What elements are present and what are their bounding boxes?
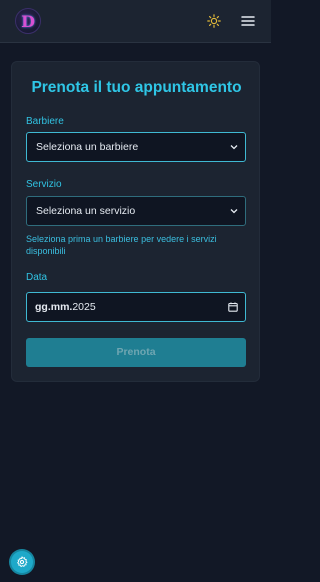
date-input[interactable]: gg.mm.2025 — [26, 292, 246, 322]
date-placeholder: gg.mm. — [35, 301, 73, 313]
sun-icon[interactable] — [207, 14, 221, 28]
service-select[interactable]: Seleziona un servizio — [26, 196, 246, 226]
service-hint: Seleziona prima un barbiere per vedere i… — [26, 234, 217, 256]
barber-label: Barbiere — [26, 116, 64, 127]
settings-gear-icon — [17, 556, 28, 568]
booking-card: Prenota il tuo appuntamento Barbiere Sel… — [11, 61, 260, 382]
brand-logo[interactable]: D — [15, 8, 41, 34]
service-select-value: Seleziona un servizio — [36, 205, 136, 217]
barber-select-value: Seleziona un barbiere — [36, 141, 139, 153]
date-label: Data — [26, 272, 48, 283]
hamburger-menu-icon[interactable] — [241, 14, 255, 28]
barber-select[interactable]: Seleziona un barbiere — [26, 132, 246, 162]
chevron-down-icon — [230, 209, 238, 214]
chevron-down-icon — [230, 145, 238, 150]
settings-fab-button[interactable] — [11, 551, 33, 573]
booking-title: Prenota il tuo appuntamento — [31, 79, 242, 96]
date-input-value: gg.mm.2025 — [35, 293, 96, 321]
service-label: Servizio — [26, 179, 62, 190]
top-navbar: D — [0, 0, 271, 43]
brand-logo-letter: D — [21, 11, 35, 31]
calendar-icon[interactable] — [228, 302, 238, 312]
date-year: 2025 — [72, 301, 96, 313]
submit-booking-button[interactable]: Prenota — [26, 338, 246, 367]
